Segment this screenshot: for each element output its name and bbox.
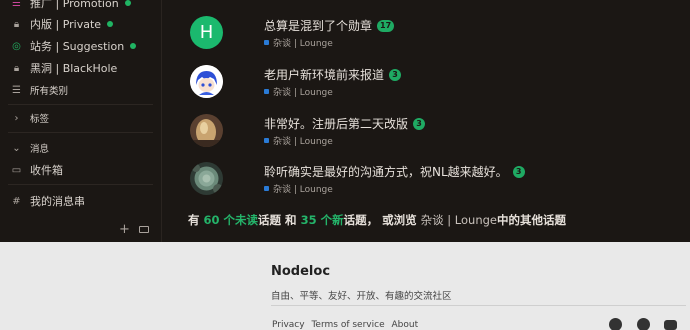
lock-icon: 🔒︎ xyxy=(13,62,20,74)
topic-row[interactable]: H 总算是混到了个勋章 17 杂谈 | Lounge xyxy=(188,16,668,64)
sidebar-item-promotion[interactable]: ☰ 推广 | Promotion xyxy=(0,0,162,13)
new-dot xyxy=(130,43,137,49)
lock-icon: 🔒︎ xyxy=(13,18,20,30)
new-dot xyxy=(107,21,114,27)
topic-title[interactable]: 聆听确实是最好的沟通方式，祝NL越来越好。 3 xyxy=(264,163,525,180)
footer-title: Nodeloc xyxy=(271,264,331,279)
sidebar-item-suggestion[interactable]: ◎ 站务 | Suggestion xyxy=(0,36,162,56)
sidebar-item-private[interactable]: 🔒︎ 内版 | Private xyxy=(0,14,162,34)
reply-count-badge: 17 xyxy=(377,19,395,32)
category-label: 杂谈 | Lounge xyxy=(273,88,333,98)
sidebar-section-label: 消息 xyxy=(30,144,50,155)
topic-title-text[interactable]: 非常好。注册后第二天改版 xyxy=(264,115,408,132)
sidebar-section-label: 标签 xyxy=(30,114,50,125)
sidebar-item-label: 所有类别 xyxy=(30,86,69,97)
topic-row[interactable]: 非常好。注册后第二天改版 3 杂谈 | Lounge xyxy=(188,114,668,162)
plus-icon[interactable]: + xyxy=(119,222,130,237)
sidebar-divider xyxy=(8,104,153,105)
target-icon: ◎ xyxy=(12,40,21,52)
avatar[interactable]: H xyxy=(190,16,223,49)
sidebar-item-my-messages[interactable]: # 我的消息串 xyxy=(0,191,162,211)
category-link[interactable]: 杂谈 | Lounge xyxy=(421,213,497,227)
more-topics-suggestion: 有 60 个未读话题 和 35 个新话题， 或浏览 杂谈 | Lounge中的其… xyxy=(188,212,566,228)
chevron-down-icon: ⌄ xyxy=(12,142,21,154)
sidebar-section-messages[interactable]: ⌄ 消息 xyxy=(0,138,162,158)
category-square-icon xyxy=(264,89,269,94)
sidebar-item-label: 内版 | Private xyxy=(30,18,102,31)
footer-description: 自由、平等、友好、开放、有趣的交流社区 xyxy=(271,291,452,302)
about-link[interactable]: About xyxy=(391,320,418,330)
succulent-avatar-icon xyxy=(190,162,223,195)
sidebar-item-inbox[interactable]: ▭ 收件箱 xyxy=(0,160,162,180)
sidebar-divider xyxy=(8,132,153,133)
category-square-icon xyxy=(264,138,269,143)
topic-category[interactable]: 杂谈 | Lounge xyxy=(264,182,333,195)
new-link[interactable]: 35 个新 xyxy=(301,213,344,227)
keyboard-icon[interactable] xyxy=(139,226,149,233)
telegram-icon[interactable] xyxy=(609,318,622,330)
sidebar-divider xyxy=(8,184,153,185)
suggest-text: 中的其他话题 xyxy=(497,213,566,227)
youtube-icon[interactable] xyxy=(664,320,677,330)
new-dot xyxy=(124,0,131,6)
topic-title[interactable]: 总算是混到了个勋章 17 xyxy=(264,17,395,34)
inbox-icon: ▭ xyxy=(11,164,22,176)
topic-title-text[interactable]: 聆听确实是最好的沟通方式，祝NL越来越好。 xyxy=(264,163,508,180)
category-label: 杂谈 | Lounge xyxy=(273,137,333,147)
sidebar: ☰ 推广 | Promotion 🔒︎ 内版 | Private ◎ 站务 | … xyxy=(0,0,162,242)
sidebar-bottom-bar: + xyxy=(0,222,162,238)
unread-link[interactable]: 60 个未读 xyxy=(204,213,259,227)
list-icon: ☰ xyxy=(12,0,21,9)
category-label: 杂谈 | Lounge xyxy=(273,185,333,195)
anime-avatar-icon xyxy=(190,65,223,98)
avatar[interactable] xyxy=(190,114,223,147)
chevron-right-icon: › xyxy=(14,112,19,124)
footer-links: Privacy Terms of service About xyxy=(272,320,422,330)
sidebar-item-blackhole[interactable]: 🔒︎ 黑洞 | BlackHole xyxy=(0,58,162,78)
category-square-icon xyxy=(264,186,269,191)
sidebar-section-tags[interactable]: › 标签 xyxy=(0,108,162,128)
reply-count-badge: 3 xyxy=(413,117,426,130)
telegram-channel-icon[interactable] xyxy=(637,318,650,330)
sidebar-item-label: 黑洞 | BlackHole xyxy=(30,62,118,75)
topic-category[interactable]: 杂谈 | Lounge xyxy=(264,85,333,98)
suggest-text: 话题， 或浏览 xyxy=(343,213,417,227)
privacy-link[interactable]: Privacy xyxy=(272,320,305,330)
list-icon: ☰ xyxy=(12,84,21,96)
sidebar-item-all-categories[interactable]: ☰ 所有类别 xyxy=(0,80,162,100)
reply-count-badge: 3 xyxy=(389,68,402,81)
hashtag-icon: # xyxy=(12,195,21,207)
site-footer: Nodeloc 自由、平等、友好、开放、有趣的交流社区 Privacy Term… xyxy=(0,242,690,330)
avatar[interactable] xyxy=(190,162,223,195)
footer-divider xyxy=(271,305,686,306)
topic-title[interactable]: 非常好。注册后第二天改版 3 xyxy=(264,115,426,132)
topic-title-text[interactable]: 总算是混到了个勋章 xyxy=(264,17,372,34)
topic-row[interactable]: 老用户新环境前来报道 3 杂谈 | Lounge xyxy=(188,65,668,113)
category-label: 杂谈 | Lounge xyxy=(273,39,333,49)
photo-avatar-icon xyxy=(190,114,223,147)
sidebar-item-label: 推广 | Promotion xyxy=(30,0,119,10)
suggest-text: 话题 和 xyxy=(258,213,297,227)
topic-category[interactable]: 杂谈 | Lounge xyxy=(264,134,333,147)
sidebar-item-label: 我的消息串 xyxy=(30,195,85,208)
sidebar-item-label: 收件箱 xyxy=(30,164,63,177)
sidebar-item-label: 站务 | Suggestion xyxy=(30,40,125,53)
category-square-icon xyxy=(264,40,269,45)
suggest-text: 有 xyxy=(188,213,200,227)
topic-title-text[interactable]: 老用户新环境前来报道 xyxy=(264,66,384,83)
topic-category[interactable]: 杂谈 | Lounge xyxy=(264,36,333,49)
topic-row[interactable]: 聆听确实是最好的沟通方式，祝NL越来越好。 3 杂谈 | Lounge xyxy=(188,162,668,210)
avatar[interactable] xyxy=(190,65,223,98)
terms-link[interactable]: Terms of service xyxy=(311,320,384,330)
topic-title[interactable]: 老用户新环境前来报道 3 xyxy=(264,66,402,83)
reply-count-badge: 3 xyxy=(512,165,525,178)
